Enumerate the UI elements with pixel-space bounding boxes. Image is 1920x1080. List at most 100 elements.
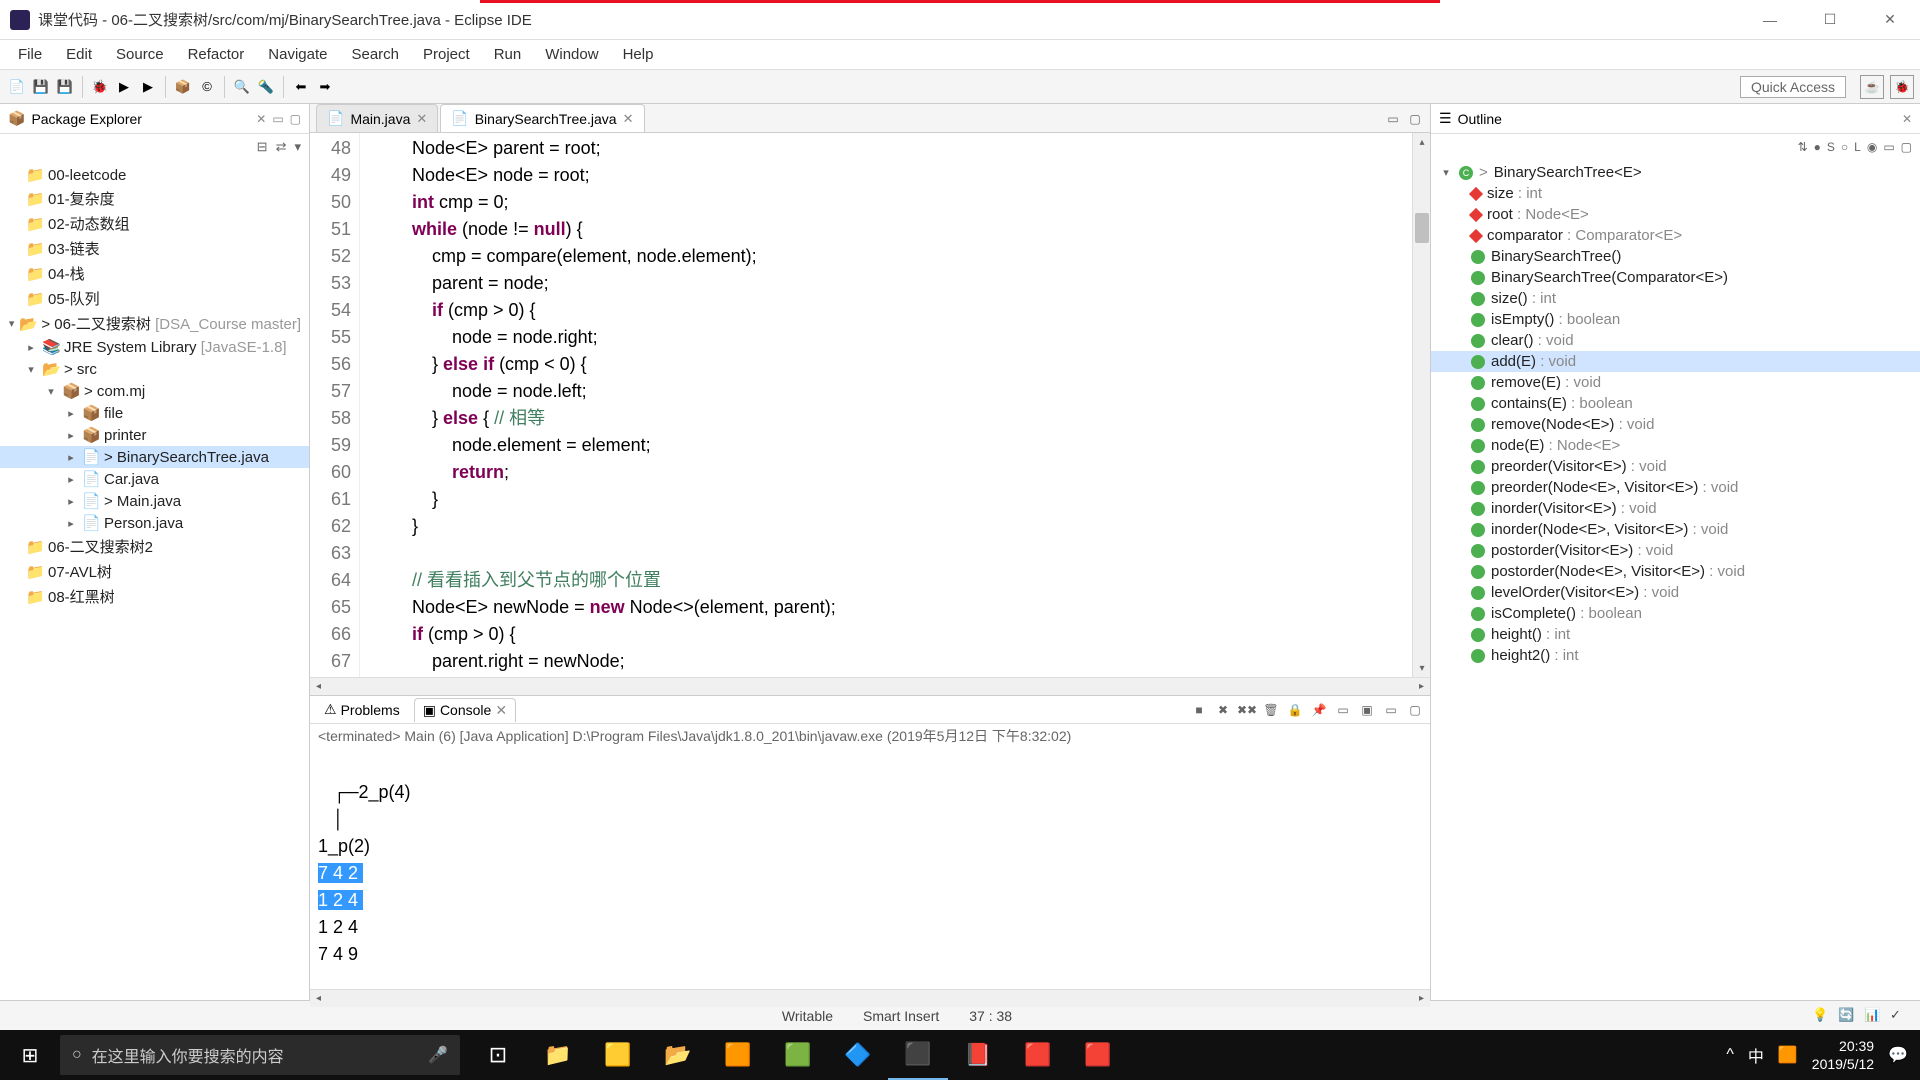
- open-console-icon[interactable]: ▣: [1358, 701, 1376, 719]
- coverage-button[interactable]: ▶: [137, 76, 159, 98]
- outline-item[interactable]: postorder(Node<E>, Visitor<E>) : void: [1431, 561, 1920, 582]
- new-package-button[interactable]: 📦: [172, 76, 194, 98]
- pdf-icon[interactable]: 📕: [948, 1030, 1008, 1080]
- start-button[interactable]: ⊞: [0, 1030, 60, 1080]
- tree-item[interactable]: ▸📦printer: [0, 424, 309, 446]
- tree-item[interactable]: 📁00-leetcode: [0, 164, 309, 186]
- scroll-lock-icon[interactable]: 🔒: [1286, 701, 1304, 719]
- outline-class[interactable]: ▾ C > BinarySearchTree<E>: [1431, 162, 1920, 183]
- outline-item[interactable]: clear() : void: [1431, 330, 1920, 351]
- expand-icon[interactable]: ▸: [64, 517, 78, 530]
- expand-icon[interactable]: ▸: [64, 451, 78, 464]
- editor-tab[interactable]: 📄Main.java✕: [316, 104, 438, 132]
- tree-item[interactable]: 📁02-动态数组: [0, 211, 309, 236]
- menu-project[interactable]: Project: [411, 42, 482, 67]
- app-icon-4[interactable]: 🔷: [828, 1030, 888, 1080]
- hide-static-icon[interactable]: S: [1827, 140, 1835, 154]
- package-tree[interactable]: 📁00-leetcode📁01-复杂度📁02-动态数组📁03-链表📁04-栈 📁0…: [0, 160, 309, 1000]
- sublime-icon[interactable]: 🟧: [708, 1030, 768, 1080]
- view-menu-icon[interactable]: ▾: [294, 139, 301, 155]
- minimize-icon[interactable]: ▭: [272, 112, 283, 126]
- outline-item[interactable]: preorder(Node<E>, Visitor<E>) : void: [1431, 477, 1920, 498]
- tree-item[interactable]: 📁04-栈: [0, 261, 309, 286]
- outline-item[interactable]: BinarySearchTree(): [1431, 246, 1920, 267]
- tree-item[interactable]: ▾📂> src: [0, 358, 309, 380]
- minimize-icon[interactable]: ▭: [1382, 701, 1400, 719]
- tab-problems[interactable]: ⚠ Problems: [316, 698, 408, 721]
- app-tray-icon[interactable]: 🟧: [1778, 1045, 1798, 1065]
- back-button[interactable]: ⬅: [290, 76, 312, 98]
- maximize-icon[interactable]: ▢: [1406, 110, 1424, 128]
- clear-icon[interactable]: 🗑: [1262, 701, 1280, 719]
- tree-item[interactable]: ▸📄> BinarySearchTree.java: [0, 446, 309, 468]
- console-output[interactable]: ┌─2_p(4) │1_p(2)7 4 2 1 2 4 1 2 4 7 4 9: [310, 748, 1430, 989]
- outline-item[interactable]: comparator : Comparator<E>: [1431, 225, 1920, 246]
- close-icon[interactable]: ✕: [495, 702, 507, 719]
- outline-item[interactable]: levelOrder(Visitor<E>) : void: [1431, 582, 1920, 603]
- maximize-button[interactable]: ☐: [1810, 5, 1850, 35]
- notifications-icon[interactable]: 💬: [1888, 1045, 1908, 1065]
- expand-icon[interactable]: ▸: [64, 495, 78, 508]
- menu-run[interactable]: Run: [482, 42, 534, 67]
- outline-item[interactable]: node(E) : Node<E>: [1431, 435, 1920, 456]
- outline-item[interactable]: isEmpty() : boolean: [1431, 309, 1920, 330]
- code-editor[interactable]: 4849505152535455565758596061626364656667…: [310, 133, 1430, 677]
- debug-button[interactable]: 🐞: [89, 76, 111, 98]
- tray-up-icon[interactable]: ^: [1726, 1046, 1734, 1064]
- outline-item[interactable]: root : Node<E>: [1431, 204, 1920, 225]
- quick-access[interactable]: Quick Access: [1740, 76, 1846, 98]
- menu-search[interactable]: Search: [339, 42, 411, 67]
- hide-local-icon[interactable]: L: [1854, 140, 1861, 154]
- expand-icon[interactable]: ▾: [24, 363, 38, 376]
- scroll-down-icon[interactable]: ▾: [1413, 659, 1430, 677]
- link-editor-icon[interactable]: ⇄: [276, 139, 287, 155]
- explorer-icon[interactable]: 📁: [528, 1030, 588, 1080]
- tree-item[interactable]: 📁01-复杂度: [0, 186, 309, 211]
- code-content[interactable]: Node<E> parent = root; Node<E> node = ro…: [360, 133, 1412, 677]
- tree-item[interactable]: 📁07-AVL树: [0, 559, 309, 584]
- ime-icon[interactable]: 中: [1748, 1043, 1764, 1067]
- app-icon-2[interactable]: 📂: [648, 1030, 708, 1080]
- outline-item[interactable]: contains(E) : boolean: [1431, 393, 1920, 414]
- tree-item[interactable]: 📁06-二叉搜索树2: [0, 534, 309, 559]
- scroll-left-icon[interactable]: ◂: [310, 681, 327, 692]
- focus-icon[interactable]: ◉: [1867, 140, 1877, 154]
- menu-edit[interactable]: Edit: [54, 42, 104, 67]
- outline-item[interactable]: height2() : int: [1431, 645, 1920, 666]
- tree-item[interactable]: ▸📄Person.java: [0, 512, 309, 534]
- expand-icon[interactable]: ▸: [24, 341, 38, 354]
- scroll-left-icon[interactable]: ◂: [310, 993, 327, 1004]
- new-button[interactable]: 📄: [6, 76, 28, 98]
- minimize-icon[interactable]: ▭: [1384, 110, 1402, 128]
- outline-item[interactable]: isComplete() : boolean: [1431, 603, 1920, 624]
- tip-icon[interactable]: 💡: [1812, 1007, 1830, 1025]
- vertical-scrollbar[interactable]: ▴ ▾: [1412, 133, 1430, 677]
- close-icon[interactable]: ✕: [1902, 112, 1912, 126]
- outline-item[interactable]: size : int: [1431, 183, 1920, 204]
- app-icon-5[interactable]: 🟥: [1068, 1030, 1128, 1080]
- tree-item[interactable]: ▾📦> com.mj: [0, 380, 309, 402]
- updates-icon[interactable]: 🔄: [1838, 1007, 1856, 1025]
- expand-icon[interactable]: ▸: [64, 429, 78, 442]
- save-all-button[interactable]: 💾: [54, 76, 76, 98]
- hide-nonpublic-icon[interactable]: ○: [1841, 140, 1848, 154]
- menu-file[interactable]: File: [6, 42, 54, 67]
- menu-refactor[interactable]: Refactor: [176, 42, 257, 67]
- outline-item[interactable]: remove(Node<E>) : void: [1431, 414, 1920, 435]
- close-icon[interactable]: ✕: [256, 112, 266, 126]
- collapse-all-icon[interactable]: ⊟: [257, 139, 268, 155]
- outline-item[interactable]: add(E) : void: [1431, 351, 1920, 372]
- expand-icon[interactable]: ▸: [64, 473, 78, 486]
- app-icon-1[interactable]: 🟨: [588, 1030, 648, 1080]
- tree-item[interactable]: ▸📚JRE System Library [JavaSE-1.8]: [0, 336, 309, 358]
- tree-item[interactable]: 📁03-链表: [0, 236, 309, 261]
- tab-console[interactable]: ▣ Console ✕: [414, 698, 516, 722]
- new-class-button[interactable]: ©: [196, 76, 218, 98]
- eclipse-taskbar-icon[interactable]: ⬛: [888, 1030, 948, 1080]
- editor-tab[interactable]: 📄BinarySearchTree.java✕: [440, 104, 644, 132]
- outline-item[interactable]: postorder(Visitor<E>) : void: [1431, 540, 1920, 561]
- tree-item[interactable]: ▸📄Car.java: [0, 468, 309, 490]
- task-view-icon[interactable]: ⊡: [468, 1030, 528, 1080]
- tree-item[interactable]: ▾📂> 06-二叉搜索树 [DSA_Course master]: [0, 311, 309, 336]
- horizontal-scrollbar[interactable]: ◂ ▸: [310, 677, 1430, 695]
